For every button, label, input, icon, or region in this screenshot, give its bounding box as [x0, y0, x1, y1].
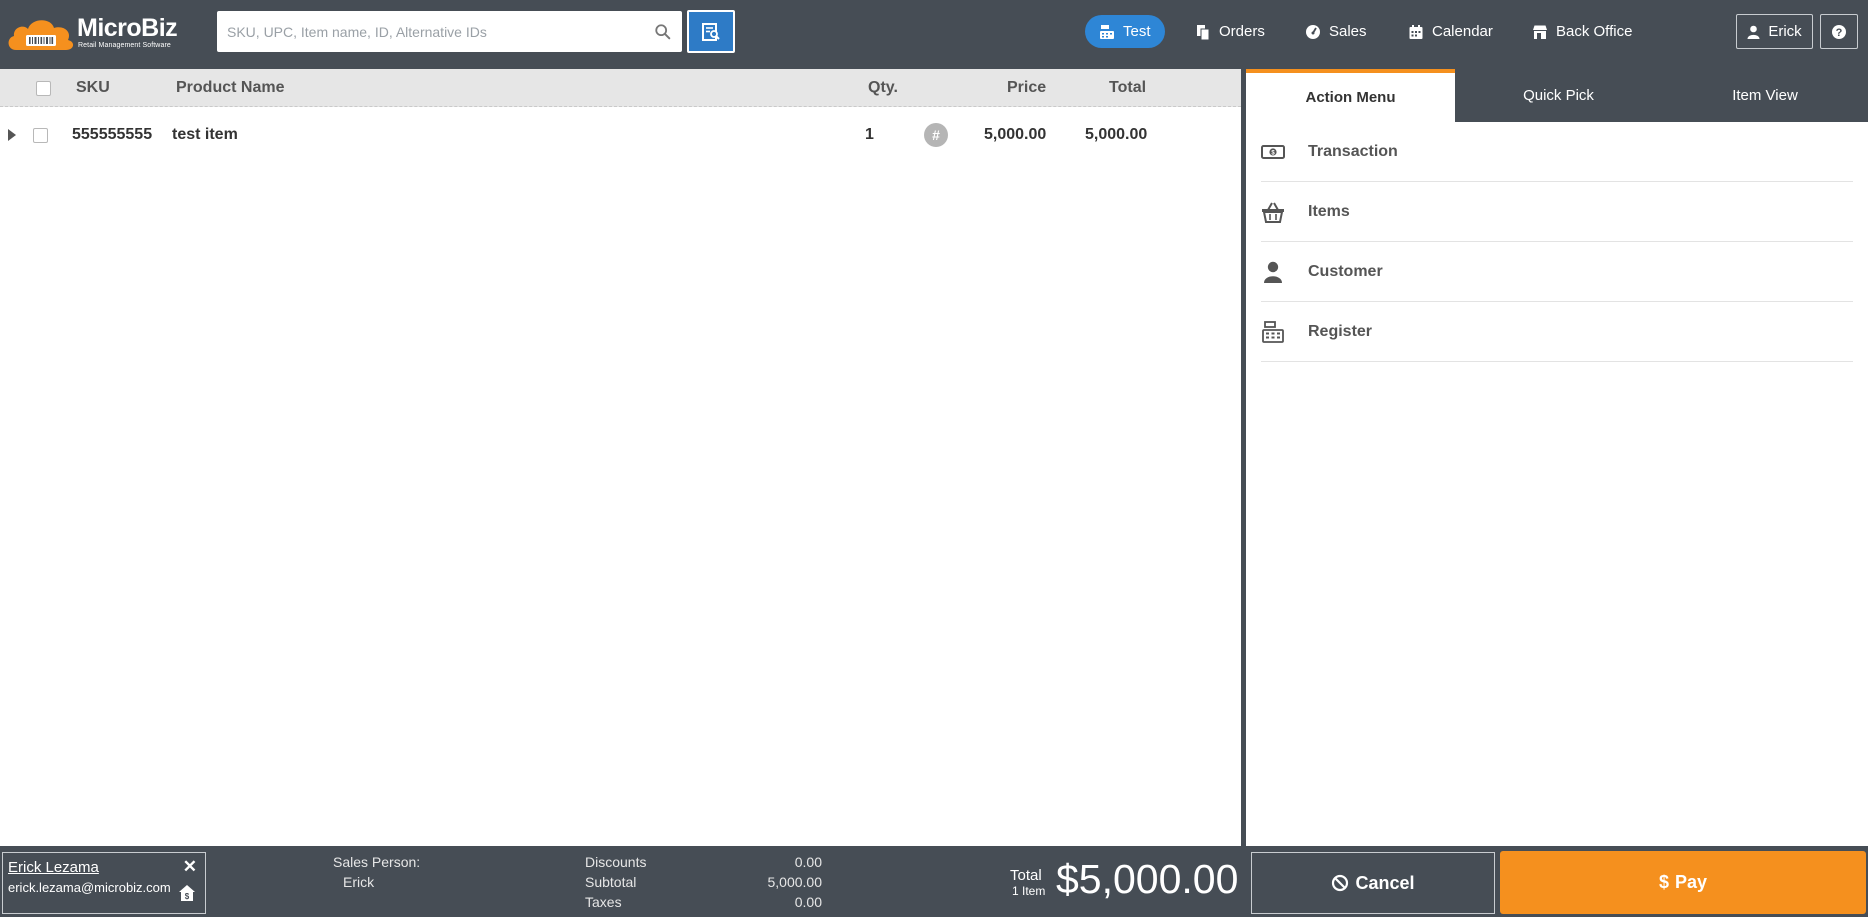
register-icon — [1100, 24, 1114, 39]
nav-label: Calendar — [1432, 23, 1493, 40]
user-menu-button[interactable]: Erick — [1736, 14, 1813, 49]
nav-sales[interactable]: Sales — [1305, 15, 1367, 48]
menu-label: Transaction — [1308, 142, 1398, 160]
brand-tagline: Retail Management Software — [78, 42, 171, 49]
cash-icon: $ — [1261, 140, 1285, 164]
menu-item-register[interactable]: Register — [1261, 302, 1853, 362]
nav-label: Sales — [1329, 23, 1367, 40]
table-row[interactable]: 555555555 test item 1 # 5,000.00 5,000.0… — [0, 107, 1241, 165]
quantity-hash-icon[interactable]: # — [924, 123, 948, 147]
microbiz-logo[interactable]: MicroBiz Retail Management Software — [6, 12, 178, 54]
grid-header: SKU Product Name Qty. Price Total — [0, 69, 1241, 107]
search-input[interactable] — [227, 11, 647, 52]
search-box — [217, 11, 682, 52]
help-glyph: ? — [1836, 27, 1843, 39]
nav-orders[interactable]: Orders — [1195, 15, 1265, 48]
brand-name: MicroBiz — [77, 14, 178, 42]
col-total[interactable]: Total — [1109, 79, 1146, 97]
row-sku: 555555555 — [72, 126, 153, 143]
total-label: Total — [1010, 867, 1042, 884]
item-lookup-icon — [702, 22, 720, 41]
ban-icon — [1332, 874, 1349, 892]
item-lookup-button[interactable] — [687, 10, 735, 53]
menu-item-customer[interactable]: Customer — [1261, 242, 1853, 302]
sales-person-name[interactable]: Erick — [343, 874, 374, 890]
calendar-icon — [1409, 24, 1423, 39]
cancel-label: Cancel — [1355, 872, 1415, 893]
discounts-label: Discounts — [585, 854, 647, 870]
panel-tabs: Action Menu Quick Pick Item View — [1246, 69, 1868, 122]
customer-name-link[interactable]: Erick Lezama — [8, 859, 99, 876]
user-name: Erick — [1768, 23, 1802, 40]
row-product-name: test item — [172, 126, 238, 143]
total-item-count: 1 Item — [1012, 884, 1046, 898]
nav-back-office[interactable]: Back Office — [1532, 15, 1632, 48]
total-amount: $5,000.00 — [1056, 856, 1239, 902]
cloud-barcode-logo-icon — [8, 20, 74, 50]
action-panel: Action Menu Quick Pick Item View $ Trans… — [1246, 69, 1868, 846]
help-button[interactable]: ? — [1820, 14, 1858, 49]
discounts-value: 0.00 — [794, 854, 822, 870]
close-icon[interactable]: ✕ — [183, 857, 197, 877]
tab-item-view[interactable]: Item View — [1662, 69, 1868, 122]
nav-calendar[interactable]: Calendar — [1408, 15, 1493, 48]
row-price[interactable]: 5,000.00 — [984, 126, 1046, 144]
tab-quick-pick[interactable]: Quick Pick — [1455, 69, 1662, 122]
basket-icon — [1261, 200, 1285, 224]
cash-register-icon — [1261, 320, 1285, 344]
taxes-label: Taxes — [585, 894, 622, 910]
pay-label: Pay — [1674, 872, 1708, 892]
col-sku[interactable]: SKU — [76, 79, 110, 97]
subtotal-value: 5,000.00 — [767, 874, 823, 890]
menu-label: Customer — [1308, 262, 1383, 280]
customer-email: erick.lezama@microbiz.com — [8, 880, 171, 895]
nav-label: Orders — [1219, 23, 1265, 40]
col-product-name[interactable]: Product Name — [176, 79, 284, 97]
search-icon[interactable] — [654, 23, 672, 41]
menu-label: Items — [1308, 202, 1350, 220]
svg-text:$: $ — [185, 892, 190, 901]
pay-button[interactable]: $ Pay — [1500, 851, 1866, 914]
taxes-value: 0.00 — [794, 894, 822, 910]
tab-action-menu[interactable]: Action Menu — [1246, 69, 1455, 122]
top-bar: MicroBiz Retail Management Software Test — [0, 0, 1868, 69]
sales-gauge-icon — [1306, 24, 1320, 39]
row-total: 5,000.00 — [1085, 126, 1148, 143]
row-checkbox[interactable] — [33, 128, 48, 143]
sales-person-label: Sales Person: — [333, 854, 421, 870]
customer-card: Erick Lezama erick.lezama@microbiz.com ✕… — [2, 852, 206, 914]
dollar-icon: $ — [1658, 872, 1669, 892]
cart-grid: SKU Product Name Qty. Price Total 555555… — [0, 69, 1241, 846]
orders-icon — [1197, 24, 1210, 40]
col-price[interactable]: Price — [1007, 79, 1046, 97]
footer-bar: Erick Lezama erick.lezama@microbiz.com ✕… — [0, 846, 1868, 917]
expand-row-icon[interactable] — [8, 129, 16, 141]
row-qty[interactable]: 1 — [865, 126, 874, 144]
store-icon — [1533, 25, 1547, 39]
menu-label: Register — [1308, 322, 1373, 340]
col-qty[interactable]: Qty. — [868, 79, 898, 97]
menu-item-items[interactable]: Items — [1261, 182, 1853, 242]
menu-item-transaction[interactable]: $ Transaction — [1261, 122, 1853, 182]
subtotal-label: Subtotal — [585, 874, 637, 890]
nav-test-register[interactable]: Test — [1085, 15, 1165, 48]
help-icon: ? — [1832, 24, 1846, 39]
person-icon — [1261, 260, 1285, 284]
nav-label: Test — [1123, 23, 1151, 40]
user-icon — [1747, 25, 1760, 39]
nav-label: Back Office — [1556, 23, 1633, 40]
home-icon[interactable]: $ — [178, 884, 196, 902]
select-all-checkbox[interactable] — [36, 81, 51, 96]
cancel-button[interactable]: Cancel — [1251, 852, 1495, 914]
